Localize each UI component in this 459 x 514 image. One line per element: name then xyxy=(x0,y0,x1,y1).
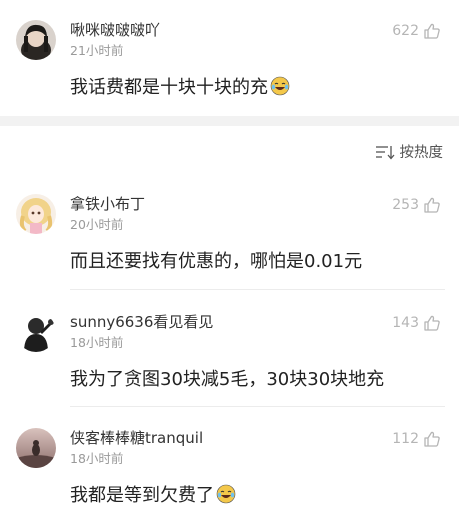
avatar[interactable] xyxy=(16,312,56,352)
section-separator xyxy=(0,116,459,126)
like-count: 112 xyxy=(392,431,419,447)
divider xyxy=(70,289,445,290)
comment-text: 而且还要找有优惠的，哪怕是0.01元 xyxy=(70,250,362,274)
timestamp: 18小时前 xyxy=(70,335,124,350)
username[interactable]: 啾咪啵啵啵吖 xyxy=(70,20,160,40)
like-button[interactable]: 143 xyxy=(392,314,441,332)
thumbs-up-icon xyxy=(424,197,440,213)
like-count: 143 xyxy=(392,315,419,331)
thumbs-up-icon xyxy=(424,431,440,447)
comment-text: 我为了贪图30块减5毛，30块30块地充 xyxy=(70,368,384,392)
laughing-crying-emoji-icon xyxy=(270,76,290,96)
like-count: 253 xyxy=(392,197,419,213)
username[interactable]: 拿铁小布丁 xyxy=(70,194,145,214)
comment-text-body: 而且还要找有优惠的，哪怕是0.01元 xyxy=(70,251,363,272)
comment-text: 我都是等到欠费了 xyxy=(70,484,236,508)
avatar[interactable] xyxy=(16,428,56,468)
like-button[interactable]: 253 xyxy=(392,196,441,214)
like-button[interactable]: 112 xyxy=(392,430,441,448)
comment-feed: 啾咪啵啵啵吖 21小时前 622 我话费都是十块十块的充 按热度 拿铁小布丁 2… xyxy=(0,0,459,514)
laughing-crying-emoji-icon xyxy=(216,484,236,504)
comment-text-body: 我都是等到欠费了 xyxy=(70,485,214,506)
thumbs-up-icon xyxy=(424,23,440,39)
timestamp: 20小时前 xyxy=(70,217,124,232)
avatar[interactable] xyxy=(16,194,56,234)
username[interactable]: sunny6636看见看见 xyxy=(70,312,213,332)
divider xyxy=(70,406,445,407)
like-button[interactable]: 622 xyxy=(392,22,441,40)
timestamp: 21小时前 xyxy=(70,43,124,58)
timestamp: 18小时前 xyxy=(70,451,124,466)
comment-text-body: 我为了贪图30块减5毛，30块30块地充 xyxy=(70,369,385,390)
sort-label: 按热度 xyxy=(399,145,444,161)
like-count: 622 xyxy=(392,23,419,39)
sort-by-popularity-button[interactable]: 按热度 xyxy=(374,141,444,162)
comment-text-body: 我话费都是十块十块的充 xyxy=(70,77,268,98)
avatar[interactable] xyxy=(16,20,56,60)
username[interactable]: 侠客棒棒糖tranquil xyxy=(70,428,203,448)
comment-text: 我话费都是十块十块的充 xyxy=(70,76,290,100)
sort-icon xyxy=(375,145,394,159)
thumbs-up-icon xyxy=(424,315,440,331)
